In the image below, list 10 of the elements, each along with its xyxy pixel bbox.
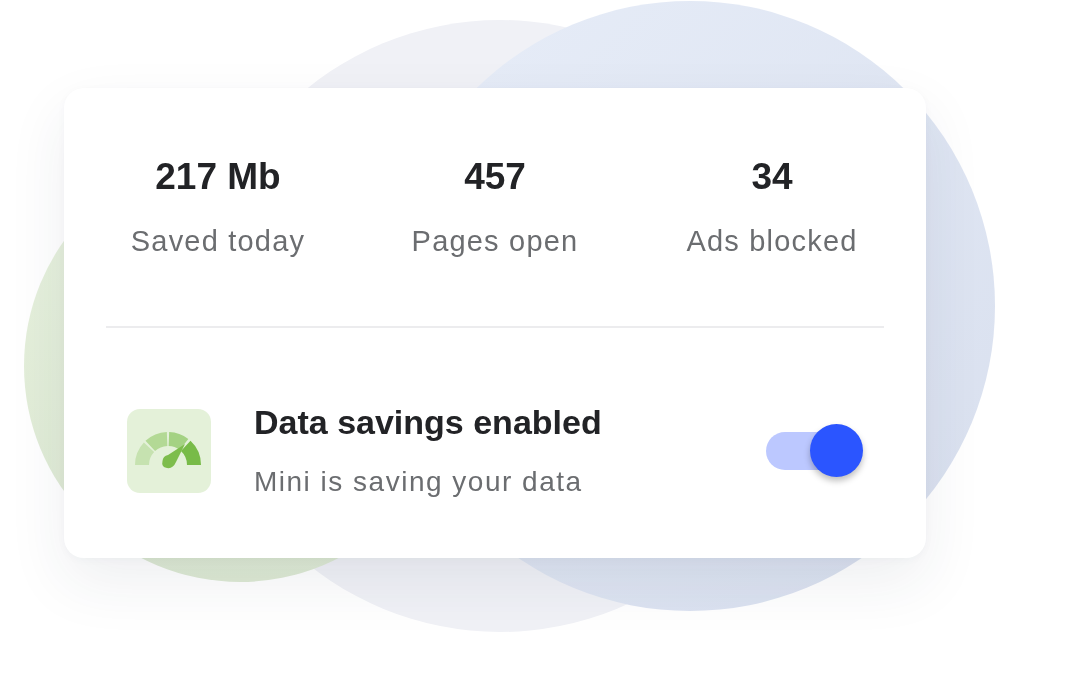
- stat-label: Pages open: [411, 224, 579, 259]
- setting-subtitle: Mini is saving your data: [254, 465, 584, 499]
- stat-label: Ads blocked: [686, 224, 858, 259]
- stat-label: Saved today: [130, 224, 306, 259]
- stat-value: 457: [464, 156, 526, 198]
- stat-value: 34: [751, 156, 793, 198]
- setting-title: Data savings enabled: [254, 402, 603, 442]
- toggle-switch[interactable]: [766, 423, 864, 478]
- gauge-icon: [127, 408, 211, 493]
- stat-value: 217 Mb: [155, 156, 281, 198]
